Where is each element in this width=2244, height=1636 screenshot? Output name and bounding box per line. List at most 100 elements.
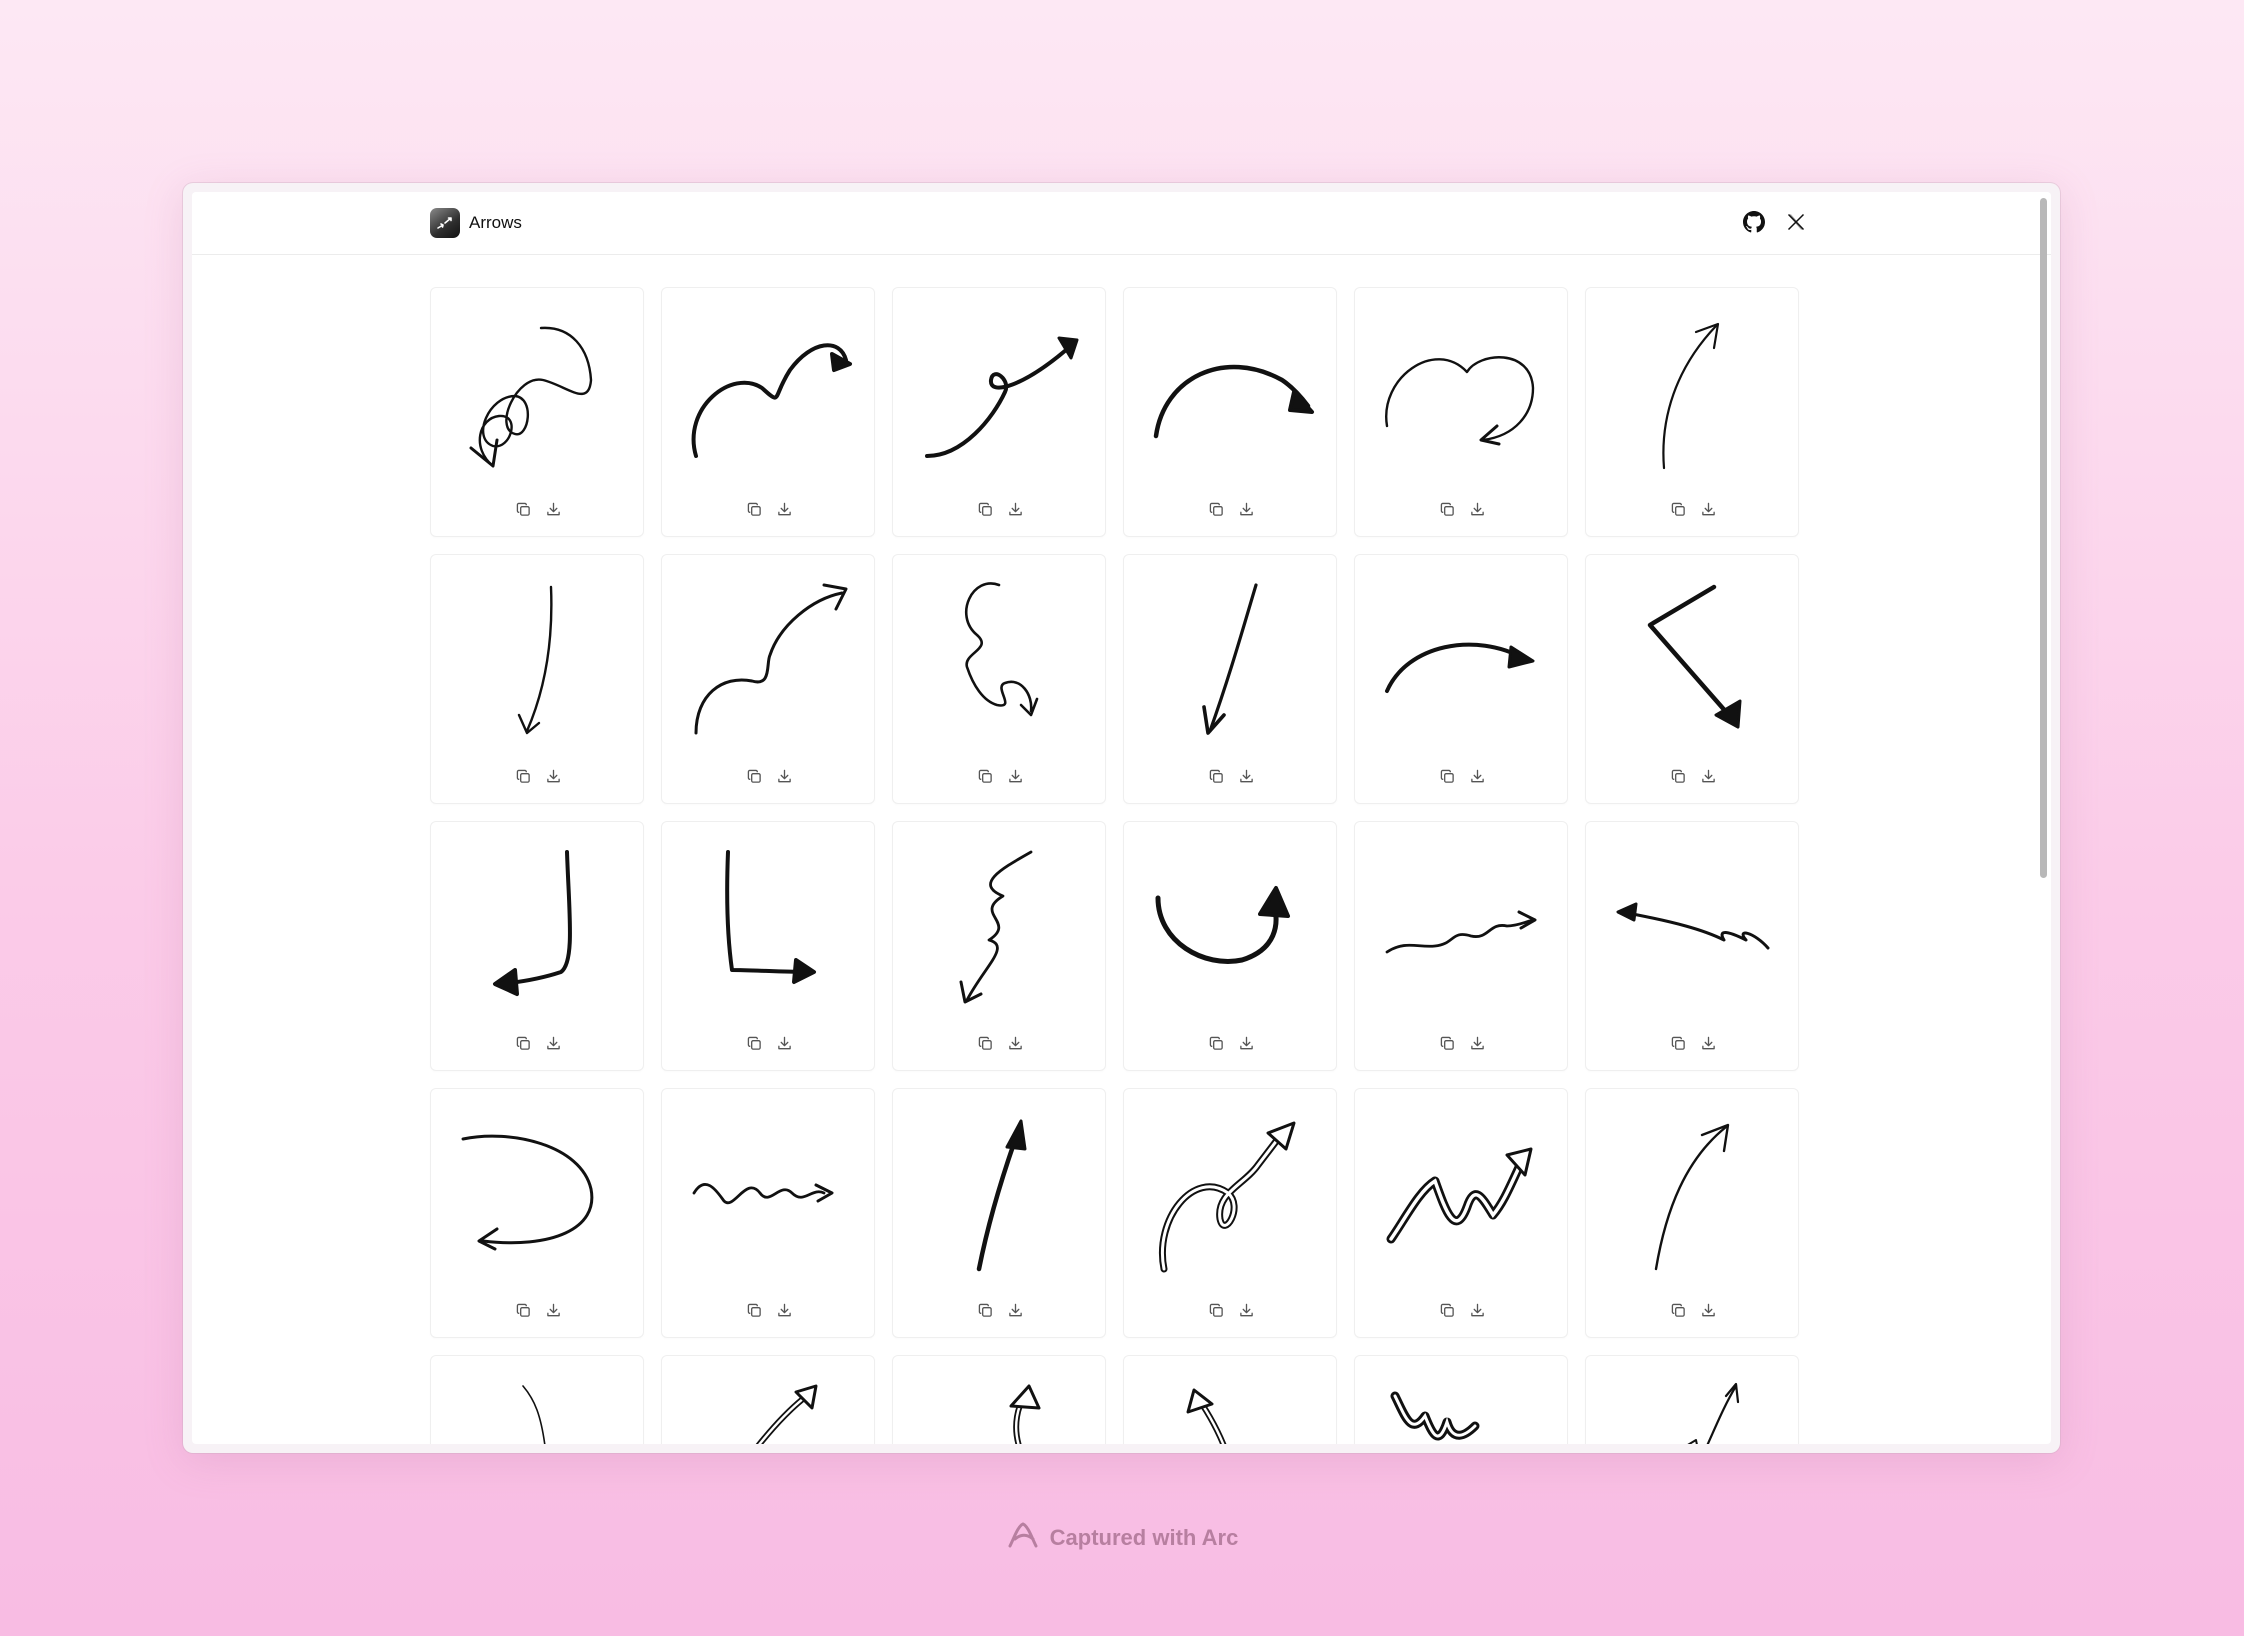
download-icon[interactable]	[1006, 500, 1024, 518]
download-icon[interactable]	[544, 1034, 562, 1052]
download-icon[interactable]	[775, 1301, 793, 1319]
arrow-card[interactable]	[1585, 1355, 1799, 1444]
wave-right-arrow-icon[interactable]	[1355, 822, 1569, 1027]
download-icon[interactable]	[775, 500, 793, 518]
download-icon[interactable]	[1699, 500, 1717, 518]
github-icon[interactable]	[1740, 208, 1768, 236]
double-hump-arrow-icon[interactable]	[1355, 288, 1569, 493]
copy-icon[interactable]	[976, 500, 994, 518]
zigzag-left-arrow-icon[interactable]	[1586, 822, 1800, 1027]
arrow-card[interactable]	[1585, 287, 1799, 537]
corner-left-arrow-icon[interactable]	[431, 822, 645, 1027]
arrow-card[interactable]	[661, 554, 875, 804]
u-turn-up-arrow-icon[interactable]	[1124, 822, 1338, 1027]
angle-down-right-arrow-icon[interactable]	[1586, 555, 1800, 760]
copy-icon[interactable]	[976, 1034, 994, 1052]
copy-icon[interactable]	[1669, 1034, 1687, 1052]
arrow-card[interactable]	[1585, 821, 1799, 1071]
download-icon[interactable]	[544, 767, 562, 785]
zigzag-down-arrow-icon[interactable]	[893, 822, 1107, 1027]
arrow-card[interactable]	[430, 554, 644, 804]
copy-icon[interactable]	[1438, 1301, 1456, 1319]
copy-icon[interactable]	[1207, 767, 1225, 785]
brand[interactable]: Arrows	[430, 208, 522, 238]
corner-right-arrow-icon[interactable]	[662, 822, 876, 1027]
arrow-card[interactable]	[892, 1355, 1106, 1444]
arrow-card[interactable]	[430, 821, 644, 1071]
arc-right-short-arrow-icon[interactable]	[1355, 555, 1569, 760]
scrollbar[interactable]	[2040, 198, 2047, 878]
download-icon[interactable]	[1006, 1034, 1024, 1052]
outlined-zigzag-bold-arrow-icon[interactable]	[1355, 1356, 1569, 1444]
copy-icon[interactable]	[745, 500, 763, 518]
arrow-card[interactable]	[1354, 821, 1568, 1071]
copy-icon[interactable]	[1669, 1301, 1687, 1319]
copy-icon[interactable]	[1438, 767, 1456, 785]
copy-icon[interactable]	[514, 767, 532, 785]
download-icon[interactable]	[1468, 1034, 1486, 1052]
arrow-card[interactable]	[1123, 1088, 1337, 1338]
download-icon[interactable]	[1237, 1301, 1255, 1319]
arrow-card[interactable]	[892, 821, 1106, 1071]
outlined-up-left-arrow-icon[interactable]	[1124, 1356, 1338, 1444]
arrow-card[interactable]	[1585, 1088, 1799, 1338]
download-icon[interactable]	[544, 1301, 562, 1319]
double-up-arrow-icon[interactable]	[1586, 1356, 1800, 1444]
arrow-card[interactable]	[1585, 554, 1799, 804]
download-icon[interactable]	[1699, 1301, 1717, 1319]
arrow-card[interactable]	[892, 1088, 1106, 1338]
download-icon[interactable]	[1237, 767, 1255, 785]
arrow-card[interactable]	[661, 1355, 875, 1444]
arrow-card[interactable]	[1354, 287, 1568, 537]
copy-icon[interactable]	[1207, 500, 1225, 518]
copy-icon[interactable]	[1207, 1034, 1225, 1052]
thin-up-arrow-icon[interactable]	[1586, 288, 1800, 493]
download-icon[interactable]	[775, 1034, 793, 1052]
arrow-card[interactable]	[1123, 287, 1337, 537]
outlined-up-right-arrow-icon[interactable]	[662, 1356, 876, 1444]
copy-icon[interactable]	[514, 1301, 532, 1319]
loop-up-arrow-icon[interactable]	[893, 288, 1107, 493]
download-icon[interactable]	[544, 500, 562, 518]
arrow-card[interactable]	[1354, 554, 1568, 804]
copy-icon[interactable]	[976, 1301, 994, 1319]
copy-icon[interactable]	[976, 767, 994, 785]
x-icon[interactable]	[1782, 208, 1810, 236]
copy-icon[interactable]	[514, 1034, 532, 1052]
arc-right-arrow-icon[interactable]	[1124, 288, 1338, 493]
copy-icon[interactable]	[1438, 500, 1456, 518]
thin-down-arrow-icon[interactable]	[431, 555, 645, 760]
thin-curve-arrow-icon[interactable]	[431, 1356, 645, 1444]
copy-icon[interactable]	[514, 500, 532, 518]
download-icon[interactable]	[1468, 1301, 1486, 1319]
arrow-card[interactable]	[892, 287, 1106, 537]
download-icon[interactable]	[1237, 500, 1255, 518]
arrow-card[interactable]	[430, 287, 644, 537]
arrow-card[interactable]	[430, 1355, 644, 1444]
loop-up-right-arrow-icon[interactable]	[662, 555, 876, 760]
copy-icon[interactable]	[745, 767, 763, 785]
loop-spiral-arrow-icon[interactable]	[431, 288, 645, 493]
wavy-curve-arrow-icon[interactable]	[662, 288, 876, 493]
arrow-card[interactable]	[1123, 1355, 1337, 1444]
squiggle-down-arrow-icon[interactable]	[893, 555, 1107, 760]
bold-up-arrow-icon[interactable]	[893, 1089, 1107, 1294]
arrow-card[interactable]	[661, 821, 875, 1071]
arrow-card[interactable]	[1354, 1355, 1568, 1444]
download-icon[interactable]	[1006, 1301, 1024, 1319]
download-icon[interactable]	[1468, 500, 1486, 518]
arrow-card[interactable]	[661, 1088, 875, 1338]
loop-back-left-arrow-icon[interactable]	[431, 1089, 645, 1294]
copy-icon[interactable]	[1669, 500, 1687, 518]
download-icon[interactable]	[775, 767, 793, 785]
outlined-loop-arrow-icon[interactable]	[1124, 1089, 1338, 1294]
copy-icon[interactable]	[1207, 1301, 1225, 1319]
download-icon[interactable]	[1699, 767, 1717, 785]
copy-icon[interactable]	[1438, 1034, 1456, 1052]
download-icon[interactable]	[1468, 767, 1486, 785]
copy-icon[interactable]	[745, 1301, 763, 1319]
straight-down-arrow-icon[interactable]	[1124, 555, 1338, 760]
arrow-card[interactable]	[1123, 821, 1337, 1071]
arrow-card[interactable]	[430, 1088, 644, 1338]
arrow-card[interactable]	[892, 554, 1106, 804]
